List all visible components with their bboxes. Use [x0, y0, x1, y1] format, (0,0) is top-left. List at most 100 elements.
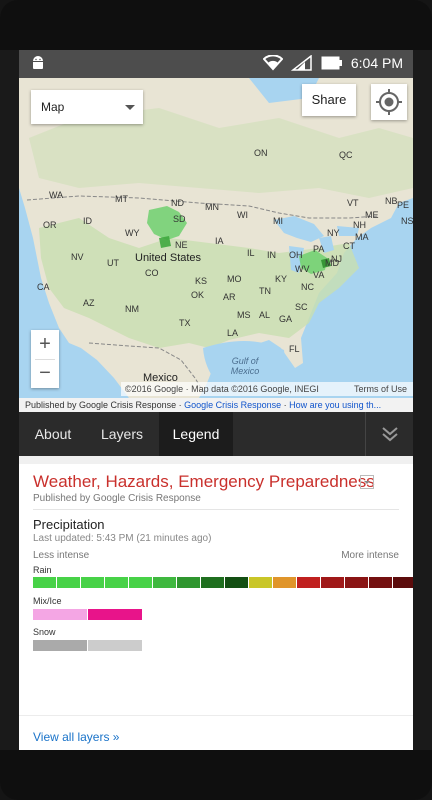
zoom-separator — [35, 359, 55, 360]
phone-top-bezel — [0, 0, 432, 50]
snow-swatches — [33, 640, 142, 651]
map-type-select[interactable]: Map — [31, 90, 143, 124]
published-prefix: Published by Google Crisis Response · — [25, 400, 185, 410]
precipitation-title: Precipitation — [33, 517, 105, 532]
map-label-wi: WI — [237, 210, 248, 220]
divider — [19, 715, 413, 716]
published-sep: · — [281, 400, 290, 410]
rain-swatch — [393, 577, 413, 588]
screen: 6:04 PM ON QC PE NS NB ME WA MT ND MN OR… — [19, 50, 413, 750]
view-all-layers-link[interactable]: View all layers » — [33, 730, 119, 744]
zoom-out-button[interactable]: − — [31, 359, 59, 388]
battery-icon — [321, 56, 342, 70]
my-location-button[interactable] — [371, 84, 407, 120]
divider — [33, 509, 399, 510]
map-view[interactable]: ON QC PE NS NB ME WA MT ND MN OR ID WY S… — [19, 78, 413, 412]
map-label-me: ME — [365, 210, 379, 220]
mix-ice-swatch — [88, 609, 142, 620]
map-label-md: MD — [325, 258, 339, 268]
layer-options-dropdown[interactable] — [360, 475, 374, 489]
feedback-link[interactable]: How are you using th... — [289, 400, 381, 410]
mix-ice-label: Mix/Ice — [33, 596, 62, 606]
rain-swatch — [177, 577, 200, 588]
map-label-nc: NC — [301, 282, 314, 292]
map-label-nd: ND — [171, 198, 184, 208]
map-attribution-text: ©2016 Google · Map data ©2016 Google, IN… — [125, 384, 319, 394]
published-bar: Published by Google Crisis Response · Go… — [19, 398, 413, 412]
rain-swatch — [201, 577, 224, 588]
tab-layers[interactable]: Layers — [87, 412, 157, 456]
rain-swatch — [273, 577, 296, 588]
crisis-response-link[interactable]: Google Crisis Response — [184, 400, 281, 410]
terms-of-use-link[interactable]: Terms of Use — [354, 384, 407, 394]
tab-about[interactable]: About — [19, 412, 87, 456]
rain-swatch — [345, 577, 368, 588]
map-label-qc: QC — [339, 150, 353, 160]
map-type-value: Map — [41, 100, 65, 114]
map-label-mn: MN — [205, 202, 219, 212]
chevron-down-icon — [125, 105, 135, 110]
rain-swatch — [297, 577, 320, 588]
map-label-fl: FL — [289, 344, 300, 354]
signal-icon — [290, 55, 312, 71]
phone-bottom-bezel — [0, 750, 432, 800]
map-label-nm: NM — [125, 304, 139, 314]
chevron-down-icon — [364, 481, 370, 484]
mix-ice-swatch — [33, 609, 87, 620]
map-label-mt: MT — [115, 194, 128, 204]
map-label-il: IL — [247, 248, 255, 258]
rain-swatch — [249, 577, 272, 588]
mix-ice-swatches — [33, 609, 142, 620]
map-label-ms: MS — [237, 310, 251, 320]
map-label-in: IN — [267, 250, 276, 260]
map-label-gulf: Gulf of Mexico — [230, 356, 260, 376]
map-label-on: ON — [254, 148, 268, 158]
map-label-ia: IA — [215, 236, 224, 246]
map-label-ar: AR — [223, 292, 236, 302]
map-label-ky: KY — [275, 274, 288, 284]
rain-swatch — [105, 577, 128, 588]
map-label-vt: VT — [347, 198, 359, 208]
map-label-nb: NB — [385, 196, 398, 206]
map-label-nv: NV — [71, 252, 84, 262]
rain-swatches — [33, 577, 413, 588]
rain-swatch — [369, 577, 392, 588]
rain-swatch — [129, 577, 152, 588]
status-time: 6:04 PM — [350, 55, 403, 71]
map-label-ny: NY — [327, 228, 340, 238]
map-label-ca: CA — [37, 282, 50, 292]
phone-frame: 6:04 PM ON QC PE NS NB ME WA MT ND MN OR… — [0, 0, 432, 800]
map-label-id: ID — [83, 216, 92, 226]
rain-swatch — [321, 577, 344, 588]
map-label-az: AZ — [83, 298, 95, 308]
map-label-ns: NS — [401, 216, 413, 226]
legend-panel: Weather, Hazards, Emergency Preparedness… — [19, 456, 413, 750]
map-label-ok: OK — [191, 290, 205, 300]
zoom-in-button[interactable]: + — [31, 330, 59, 359]
rain-swatch — [81, 577, 104, 588]
map-label-va: VA — [313, 270, 325, 280]
rain-swatch — [57, 577, 80, 588]
snow-swatch — [88, 640, 142, 651]
less-intense-label: Less intense — [33, 550, 90, 561]
map-label-ne: NE — [175, 240, 188, 250]
map-label-pe: PE — [397, 200, 410, 210]
status-icons: 6:04 PM — [262, 55, 403, 71]
tab-bar: About Layers Legend — [19, 412, 413, 456]
map-label-ks: KS — [195, 276, 208, 286]
map-label-tn: TN — [259, 286, 271, 296]
map-label-wv: WV — [295, 264, 310, 274]
share-button[interactable]: Share — [302, 84, 356, 116]
map-label-oh: OH — [289, 250, 303, 260]
map-label-tx: TX — [179, 318, 191, 328]
rain-swatch — [153, 577, 176, 588]
map-attribution: ©2016 Google · Map data ©2016 Google, IN… — [121, 382, 413, 396]
wifi-icon — [262, 55, 283, 71]
map-label-ga: GA — [279, 314, 293, 324]
map-label-wa: WA — [49, 190, 64, 200]
snow-label: Snow — [33, 627, 56, 637]
map-label-ma: MA — [355, 232, 369, 242]
collapse-panel-button[interactable] — [365, 412, 413, 456]
tab-legend[interactable]: Legend — [159, 412, 233, 456]
map-label-sd: SD — [173, 214, 186, 224]
